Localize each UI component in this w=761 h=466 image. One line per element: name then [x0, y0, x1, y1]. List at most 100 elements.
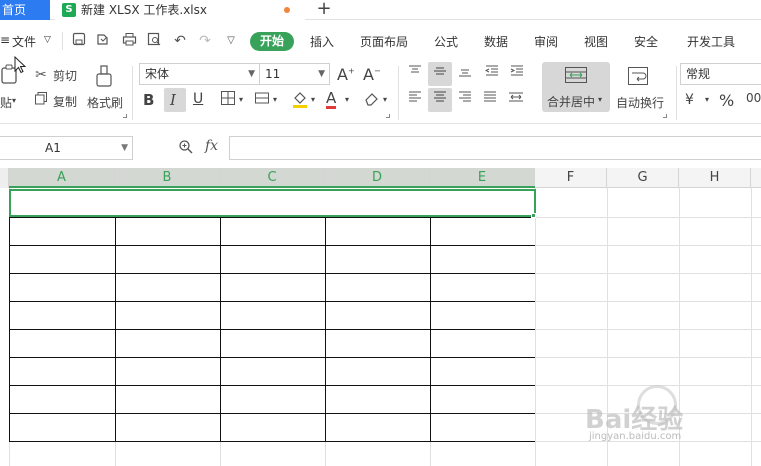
align-bottom-icon[interactable] — [455, 64, 475, 84]
eraser-icon[interactable] — [362, 90, 382, 110]
new-tab-button[interactable]: + — [314, 0, 334, 20]
percent-button[interactable]: % — [719, 91, 734, 110]
insert-function-icon[interactable]: fx — [205, 138, 218, 154]
formula-input[interactable] — [229, 136, 761, 160]
font-color-dropdown-icon[interactable]: ▾ — [345, 95, 349, 104]
tab-start[interactable]: 开始 — [250, 32, 294, 51]
thousands-separator-icon[interactable]: 000 — [746, 91, 761, 105]
baidu-jingyan-watermark: Bai经验 jingyan.baidu.com — [585, 385, 735, 455]
table-border — [9, 273, 536, 274]
column-header-h[interactable]: H — [679, 168, 751, 188]
fill-color-dropdown-icon[interactable]: ▾ — [311, 95, 315, 104]
borders-dropdown-icon[interactable]: ▾ — [239, 95, 243, 104]
formula-bar: A1 ▼ fx — [0, 131, 761, 165]
currency-icon[interactable]: ¥ — [685, 92, 694, 108]
save-icon[interactable] — [70, 32, 88, 50]
chevron-down-icon: ▼ — [121, 143, 128, 153]
document-tab-title: 新建 XLSX 工作表.xlsx — [81, 3, 207, 17]
redo-icon[interactable]: ↷ — [196, 32, 214, 50]
paste-label[interactable]: 贴 — [0, 94, 12, 111]
cell-style-dropdown-icon[interactable]: ▾ — [273, 95, 277, 104]
borders-icon[interactable] — [218, 90, 238, 110]
decrease-indent-icon[interactable] — [482, 64, 502, 84]
table-border — [430, 217, 431, 442]
table-border — [115, 217, 116, 442]
menu-data[interactable]: 数据 — [484, 33, 508, 50]
copy-icon[interactable] — [32, 91, 50, 109]
column-header-a[interactable]: A — [9, 168, 115, 188]
increase-indent-icon[interactable] — [507, 64, 527, 84]
font-size-select[interactable]: 11 ▼ — [259, 63, 330, 85]
menu-bar: ≡ 文件 ▽ ↶ ↷ ▽ 开始 插入 页面布局 公式 数据 审阅 视图 安全 开… — [0, 20, 761, 62]
export-icon[interactable] — [94, 32, 112, 50]
font-color-icon[interactable]: A — [326, 90, 337, 109]
menu-insert[interactable]: 插入 — [310, 33, 334, 50]
file-dropdown-chevron-icon[interactable]: ▽ — [44, 35, 51, 45]
align-right-icon[interactable] — [455, 90, 475, 110]
align-top-icon[interactable] — [405, 64, 425, 84]
zoom-search-icon[interactable] — [178, 139, 196, 157]
align-left-icon[interactable] — [405, 90, 425, 110]
menu-review[interactable]: 审阅 — [534, 33, 558, 50]
fill-color-icon[interactable] — [290, 89, 310, 111]
menu-developer-tools[interactable]: 开发工具 — [687, 33, 735, 50]
tab-document[interactable]: S 新建 XLSX 工作表.xlsx — [55, 0, 305, 20]
number-format-select[interactable]: 常规 — [680, 63, 761, 85]
undo-icon[interactable]: ↶ — [171, 32, 189, 50]
menu-security[interactable]: 安全 — [634, 33, 658, 50]
name-box[interactable]: A1 ▼ — [0, 136, 133, 160]
alignment-launcher-icon[interactable] — [663, 114, 667, 118]
justify-icon[interactable] — [480, 90, 500, 110]
hamburger-icon[interactable]: ≡ — [0, 33, 10, 47]
merge-center-button[interactable]: 合并居中 ▾ — [542, 62, 610, 112]
copy-button[interactable]: 复制 — [53, 93, 77, 110]
column-header-c[interactable]: C — [220, 168, 325, 188]
scissors-icon[interactable]: ✂ — [32, 65, 50, 83]
column-header-g[interactable]: G — [607, 168, 679, 188]
column-header-b[interactable]: B — [115, 168, 220, 188]
wrap-text-button[interactable]: 自动换行 — [616, 94, 664, 111]
chevron-down-icon: ▼ — [248, 69, 255, 79]
print-preview-icon[interactable] — [145, 32, 163, 50]
menu-formulas[interactable]: 公式 — [434, 33, 458, 50]
increase-font-size-icon[interactable]: A+ — [337, 65, 355, 84]
table-border — [9, 329, 536, 330]
menu-page-layout[interactable]: 页面布局 — [360, 33, 408, 50]
clipboard-launcher-icon[interactable] — [123, 114, 127, 118]
unsaved-indicator-icon — [284, 7, 290, 13]
selected-columns-indicator — [9, 186, 535, 188]
underline-icon[interactable]: U — [193, 91, 203, 107]
menu-view[interactable]: 视图 — [584, 33, 608, 50]
font-size-value: 11 — [265, 67, 281, 81]
ribbon-divider — [398, 66, 399, 120]
wrap-text-icon[interactable] — [626, 66, 650, 88]
column-header-f[interactable]: F — [535, 168, 607, 188]
number-format-value: 常规 — [686, 67, 711, 81]
print-icon[interactable] — [120, 32, 138, 50]
font-launcher-icon[interactable] — [386, 114, 390, 118]
bold-icon[interactable]: B — [143, 91, 154, 109]
tab-home[interactable]: 首页 — [0, 0, 50, 20]
menu-file[interactable]: 文件 — [12, 33, 36, 50]
decrease-font-size-icon[interactable]: A− — [363, 65, 381, 84]
quick-access-more-icon[interactable]: ▽ — [222, 32, 240, 50]
column-header-e[interactable]: E — [430, 168, 535, 188]
format-painter-icon[interactable] — [93, 64, 115, 90]
format-painter-button[interactable]: 格式刷 — [87, 94, 123, 111]
select-all-corner[interactable] — [0, 168, 9, 188]
font-name-select[interactable]: 宋体 ▼ — [139, 63, 260, 85]
cut-button[interactable]: 剪切 — [53, 67, 77, 84]
table-border — [220, 217, 221, 442]
column-header-d[interactable]: D — [325, 168, 430, 188]
cell-reference: A1 — [45, 141, 61, 155]
cell-style-icon[interactable] — [252, 90, 272, 110]
gridline — [751, 188, 752, 466]
align-middle-icon — [430, 64, 450, 84]
selected-merged-cell-a1[interactable] — [9, 189, 536, 217]
distributed-align-icon[interactable] — [505, 90, 527, 110]
currency-dropdown-icon[interactable]: ▾ — [705, 95, 709, 104]
gridline — [115, 442, 116, 466]
fill-handle[interactable] — [531, 213, 536, 218]
paste-dropdown-icon[interactable]: ▾ — [12, 96, 16, 105]
clear-dropdown-icon[interactable]: ▾ — [383, 95, 387, 104]
